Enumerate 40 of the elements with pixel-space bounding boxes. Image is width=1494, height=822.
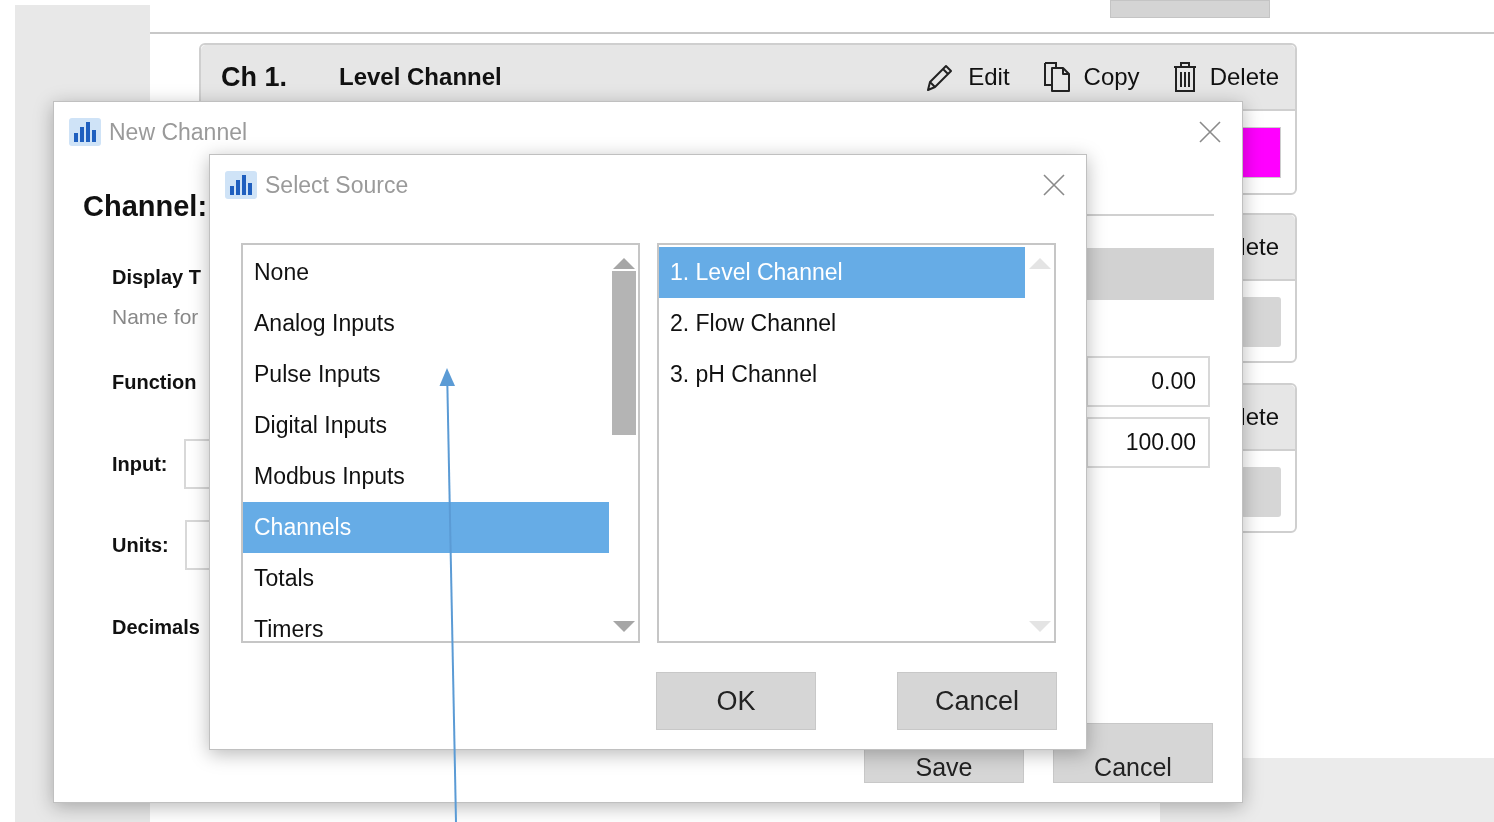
bar-chart-icon (69, 118, 101, 146)
list-item[interactable]: Digital Inputs (243, 400, 609, 451)
close-icon[interactable] (1042, 173, 1066, 197)
list-item[interactable]: 2. Flow Channel (659, 298, 1025, 349)
list-item[interactable]: Modbus Inputs (243, 451, 609, 502)
list-item[interactable]: Totals (243, 553, 609, 604)
section-heading: Channel: (83, 190, 208, 223)
copy-button[interactable]: Copy (1041, 61, 1140, 93)
list-item[interactable]: None (243, 247, 609, 298)
list-item[interactable]: Timers (243, 604, 609, 641)
cancel-button[interactable]: Cancel (897, 672, 1057, 730)
trash-icon (1171, 61, 1198, 93)
copy-icon (1041, 61, 1072, 93)
hint-text: Name for (112, 305, 199, 329)
close-icon[interactable] (1198, 120, 1222, 144)
bar-chart-icon (225, 171, 257, 199)
field-label: Decimals (112, 615, 200, 639)
list-item[interactable]: Pulse Inputs (243, 349, 609, 400)
field-label: Function (112, 370, 197, 394)
channel-name: Level Channel (339, 63, 502, 91)
delete-button[interactable]: Delete (1171, 61, 1279, 93)
field-label: Units: (112, 533, 169, 557)
toolbar-button[interactable] (1110, 0, 1270, 18)
edit-button[interactable]: Edit (924, 61, 1010, 93)
field-label: Display T (112, 265, 201, 289)
channel-number: Ch 1. (221, 61, 288, 93)
cancel-button[interactable]: Cancel (1053, 723, 1213, 783)
list-item[interactable]: 3. pH Channel (659, 349, 1025, 400)
scroll-up-icon (1028, 257, 1052, 269)
scroll-up-icon[interactable] (612, 257, 636, 269)
list-item[interactable]: Analog Inputs (243, 298, 609, 349)
dialog-title: Select Source (265, 171, 409, 199)
number-field[interactable]: 0.00 (1086, 356, 1210, 407)
window-title: New Channel (109, 118, 248, 146)
dropdown-field[interactable] (1086, 248, 1214, 300)
scroll-down-icon (1028, 621, 1052, 633)
ok-button[interactable]: OK (656, 672, 816, 730)
number-field[interactable]: 100.00 (1086, 417, 1210, 468)
scroll-down-icon[interactable] (612, 621, 636, 633)
field-label: Input: (112, 452, 168, 476)
